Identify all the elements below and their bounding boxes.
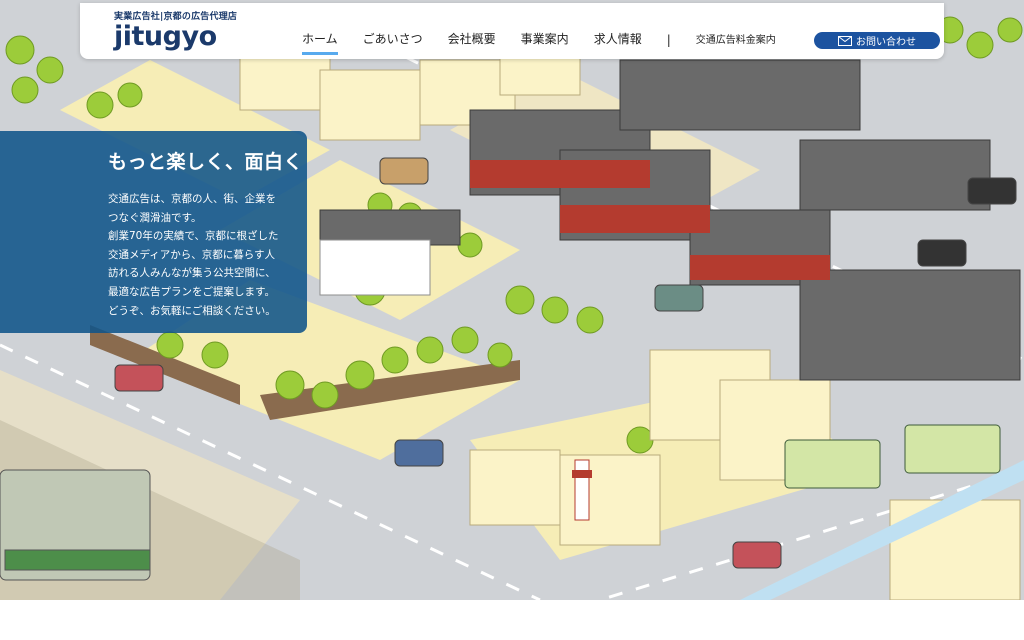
hero-text-line: 交通メディアから、京都に暮らす人 — [108, 248, 276, 261]
nav-greeting[interactable]: ごあいさつ — [363, 30, 423, 51]
nav-company[interactable]: 会社概要 — [448, 30, 496, 51]
hero-text-line: どうぞ、お気軽にご相談ください。 — [108, 304, 276, 317]
mail-icon — [838, 35, 852, 46]
hero-text-line: 訪れる人みんなが集う公共空間に、 — [108, 267, 276, 280]
site-logo[interactable]: 実業広告社|京都の広告代理店 jitugyo — [114, 9, 237, 52]
site-header: 実業広告社|京都の広告代理店 jitugyo ホーム ごあいさつ 会社概要 事業… — [80, 3, 944, 59]
hero-text-line: 創業70年の実績で、京都に根ざした — [108, 230, 279, 243]
hero-text-line: つなぐ潤滑油です。 — [108, 211, 202, 224]
logo-wordmark: jitugyo — [114, 21, 217, 52]
nav-separator: | — [666, 33, 671, 47]
hero-text-line: 最適な広告プランをご提案します。 — [108, 285, 275, 298]
content-area — [0, 600, 1024, 640]
nav-rates[interactable]: 交通広告料金案内 — [696, 31, 776, 50]
hero-title: もっと楽しく、面白く — [108, 151, 304, 173]
nav-business[interactable]: 事業案内 — [521, 30, 569, 51]
nav-recruit[interactable]: 求人情報 — [594, 30, 642, 51]
hero-message-panel: もっと楽しく、面白く 交通広告は、京都の人、街、企業を つなぐ潤滑油です。 創業… — [0, 131, 307, 333]
main-navigation: ホーム ごあいさつ 会社概要 事業案内 求人情報 | 交通広告料金案内 — [302, 30, 798, 55]
contact-button[interactable]: お問い合わせ — [814, 32, 940, 49]
nav-home[interactable]: ホーム — [302, 30, 338, 55]
hero-text-line: 交通広告は、京都の人、街、企業を — [108, 193, 276, 205]
contact-button-label: お問い合わせ — [856, 37, 916, 48]
